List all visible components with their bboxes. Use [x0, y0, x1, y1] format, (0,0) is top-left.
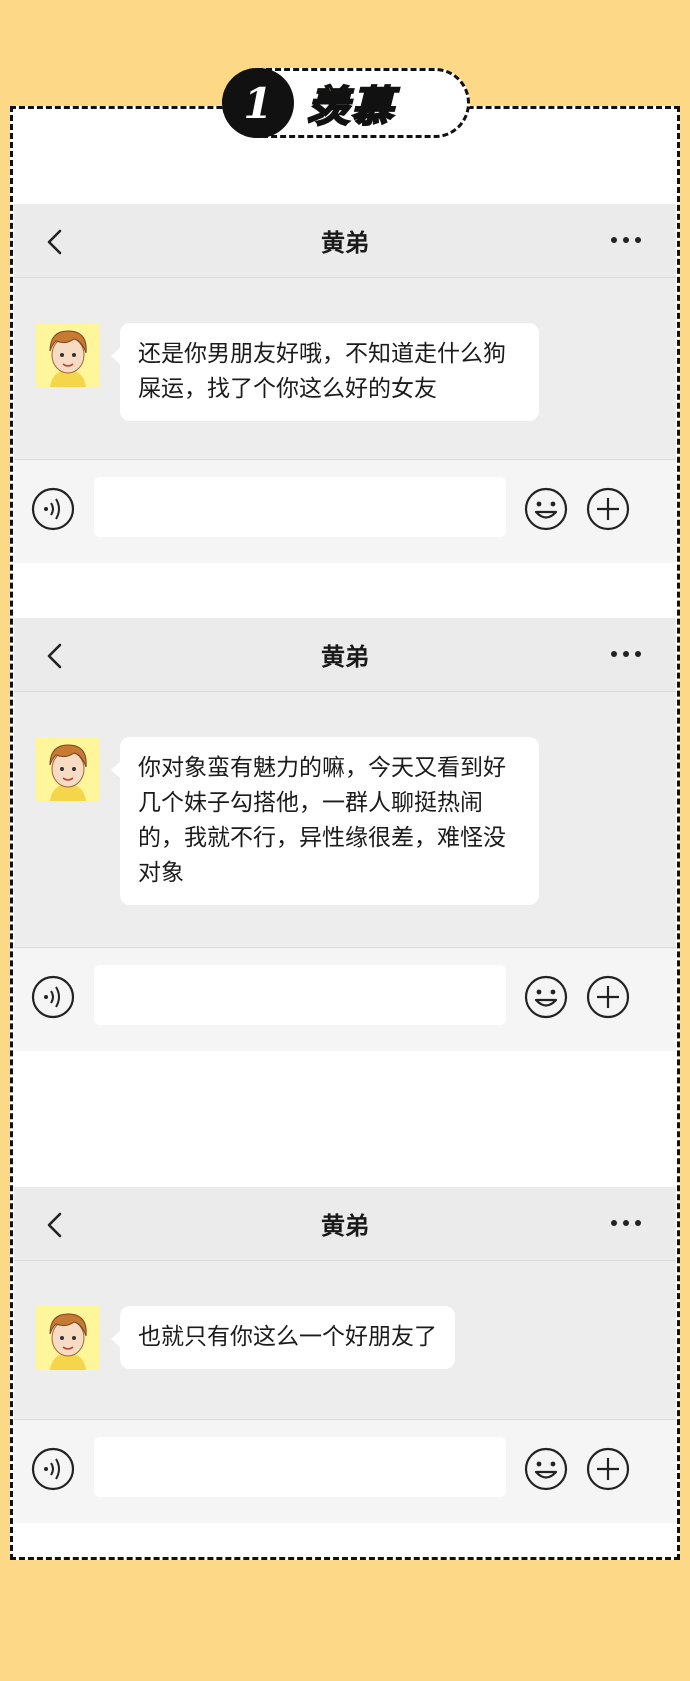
emoji-icon[interactable] — [524, 1447, 568, 1491]
input-bar — [14, 947, 676, 1051]
chat-body: 你对象蛮有魅力的嘛，今天又看到好几个妹子勾搭他，一群人聊挺热闹的，我就不行，异性… — [14, 692, 676, 947]
avatar[interactable] — [36, 737, 100, 801]
chat-title: 黄弟 — [321, 643, 369, 671]
avatar[interactable] — [36, 323, 100, 387]
section-badge: 1 羡慕 — [222, 68, 470, 138]
message-bubble[interactable]: 也就只有你这么一个好朋友了 — [111, 1306, 455, 1369]
emoji-icon[interactable] — [524, 487, 568, 531]
chat-header: 黄弟 — [14, 1187, 676, 1261]
message-bubble[interactable]: 还是你男朋友好哦，不知道走什么狗屎运，找了个你这么好的女友 — [111, 323, 539, 421]
chat-title: 黄弟 — [321, 1212, 369, 1240]
voice-icon[interactable] — [31, 487, 75, 531]
input-bar — [14, 1419, 676, 1523]
more-dots-icon[interactable] — [610, 650, 642, 658]
chat-title: 黄弟 — [321, 229, 369, 257]
chat-header: 黄弟 — [14, 204, 676, 278]
chat-body: 也就只有你这么一个好朋友了 — [14, 1261, 676, 1419]
plus-icon[interactable] — [586, 975, 630, 1019]
chat-screen-2: 黄弟 你对象蛮有魅力的嘛，今天又看到好几个妹子勾搭他，一群人聊挺热闹的，我就不行… — [14, 618, 676, 1051]
chat-body: 还是你男朋友好哦，不知道走什么狗屎运，找了个你这么好的女友 — [14, 278, 676, 459]
more-dots-icon[interactable] — [610, 236, 642, 244]
input-bar — [14, 459, 676, 563]
chat-header: 黄弟 — [14, 618, 676, 692]
avatar[interactable] — [36, 1306, 100, 1370]
more-dots-icon[interactable] — [610, 1219, 642, 1227]
badge-title: 羡慕 — [306, 81, 396, 132]
badge-number: 1 — [222, 68, 294, 138]
message-input[interactable] — [94, 965, 506, 1025]
chat-screen-3: 黄弟 也就只有你这么一个好朋友了 — [14, 1187, 676, 1523]
emoji-icon[interactable] — [524, 975, 568, 1019]
plus-icon[interactable] — [586, 1447, 630, 1491]
chat-screen-1: 黄弟 还是你男朋友好哦，不知道走什么狗屎运，找了个你这么好的女友 — [14, 204, 676, 563]
plus-icon[interactable] — [586, 487, 630, 531]
message-input[interactable] — [94, 477, 506, 537]
message-bubble[interactable]: 你对象蛮有魅力的嘛，今天又看到好几个妹子勾搭他，一群人聊挺热闹的，我就不行，异性… — [111, 737, 539, 905]
message-input[interactable] — [94, 1437, 506, 1497]
voice-icon[interactable] — [31, 1447, 75, 1491]
voice-icon[interactable] — [31, 975, 75, 1019]
